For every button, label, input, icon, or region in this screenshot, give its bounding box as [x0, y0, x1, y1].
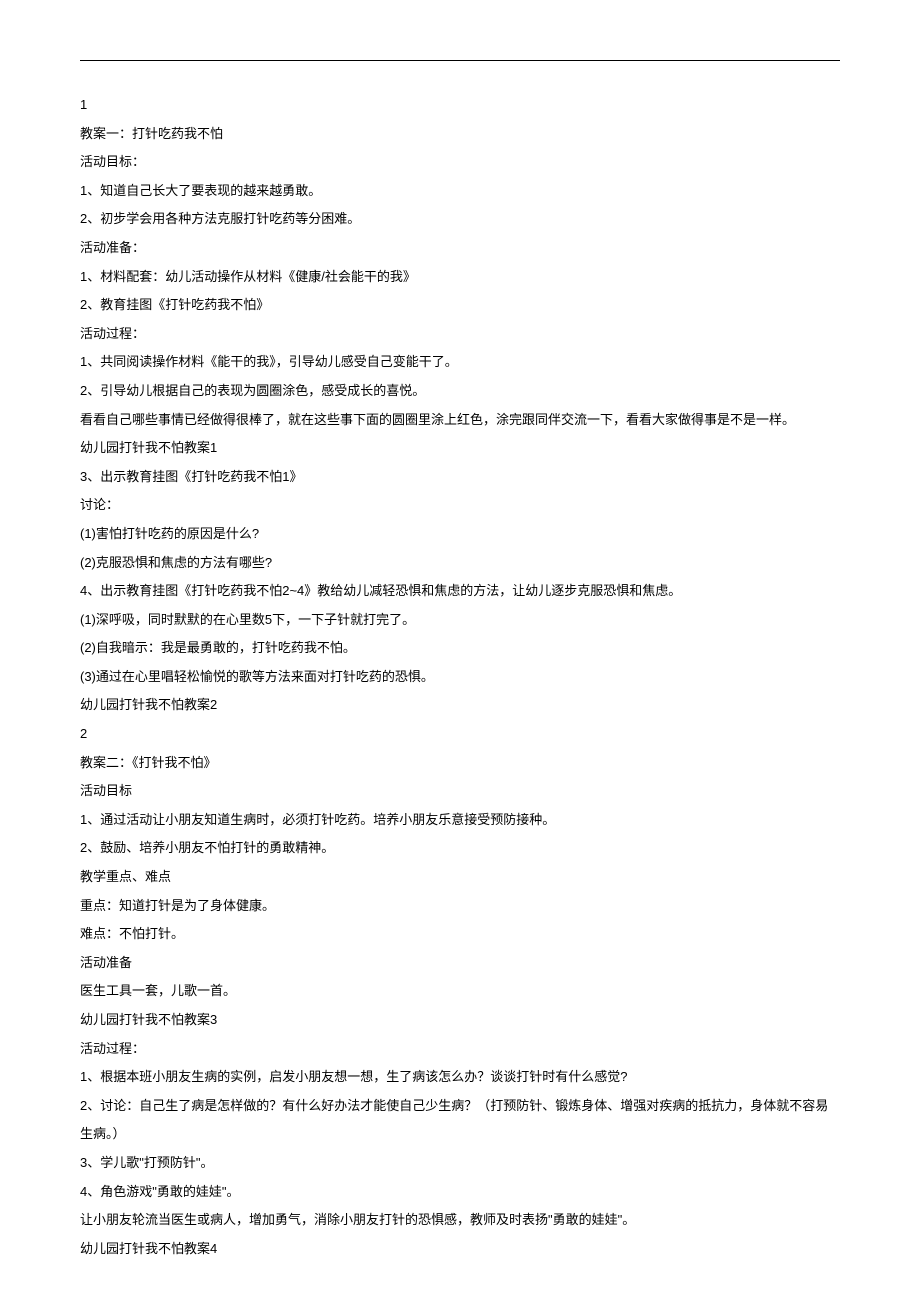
text-line: (1)害怕打针吃药的原因是什么? — [80, 520, 840, 549]
text-line: 1、共同阅读操作材料《能干的我》，引导幼儿感受自己变能干了。 — [80, 348, 840, 377]
text-line: 活动目标： — [80, 148, 840, 177]
text-line: 1、根据本班小朋友生病的实例，启发小朋友想一想，生了病该怎么办？谈谈打针时有什么… — [80, 1063, 840, 1092]
text-line: 4、角色游戏"勇敢的娃娃"。 — [80, 1178, 840, 1207]
text-line: 活动过程： — [80, 320, 840, 349]
text-line: 看看自己哪些事情已经做得很棒了，就在这些事下面的圆圈里涂上红色，涂完跟同伴交流一… — [80, 406, 840, 435]
text-line: 活动准备： — [80, 234, 840, 263]
document-page: 1教案一：打针吃药我不怕活动目标：1、知道自己长大了要表现的越来越勇敢。2、初步… — [0, 0, 920, 1303]
text-line: (2)自我暗示：我是最勇敢的，打针吃药我不怕。 — [80, 634, 840, 663]
top-divider — [80, 60, 840, 61]
text-line: (2)克服恐惧和焦虑的方法有哪些? — [80, 549, 840, 578]
text-line: 幼儿园打针我不怕教案2 — [80, 691, 840, 720]
text-line: 1 — [80, 91, 840, 120]
text-line: 幼儿园打针我不怕教案1 — [80, 434, 840, 463]
text-line: 让小朋友轮流当医生或病人，增加勇气，消除小朋友打针的恐惧感，教师及时表扬"勇敢的… — [80, 1206, 840, 1235]
text-line: 3、学儿歌"打预防针"。 — [80, 1149, 840, 1178]
text-line: 2、讨论：自己生了病是怎样做的？有什么好办法才能使自己少生病？（打预防针、锻炼身… — [80, 1092, 840, 1149]
text-line: 教案一：打针吃药我不怕 — [80, 120, 840, 149]
text-line: 重点：知道打针是为了身体健康。 — [80, 892, 840, 921]
text-line: 1、知道自己长大了要表现的越来越勇敢。 — [80, 177, 840, 206]
text-line: 4、出示教育挂图《打针吃药我不怕2~4》教给幼儿减轻恐惧和焦虑的方法，让幼儿逐步… — [80, 577, 840, 606]
text-line: (3)通过在心里唱轻松愉悦的歌等方法来面对打针吃药的恐惧。 — [80, 663, 840, 692]
text-line: 活动过程： — [80, 1035, 840, 1064]
text-line: 2、鼓励、培养小朋友不怕打针的勇敢精神。 — [80, 834, 840, 863]
text-line: 幼儿园打针我不怕教案3 — [80, 1006, 840, 1035]
text-line: 讨论： — [80, 491, 840, 520]
text-line: 2、引导幼儿根据自己的表现为圆圈涂色，感受成长的喜悦。 — [80, 377, 840, 406]
text-line: 难点：不怕打针。 — [80, 920, 840, 949]
text-line: 1、通过活动让小朋友知道生病时，必须打针吃药。培养小朋友乐意接受预防接种。 — [80, 806, 840, 835]
text-line: 2 — [80, 720, 840, 749]
text-line: 2、教育挂图《打针吃药我不怕》 — [80, 291, 840, 320]
text-line: 教学重点、难点 — [80, 863, 840, 892]
document-content: 1教案一：打针吃药我不怕活动目标：1、知道自己长大了要表现的越来越勇敢。2、初步… — [80, 91, 840, 1263]
text-line: (1)深呼吸，同时默默的在心里数5下，一下子针就打完了。 — [80, 606, 840, 635]
text-line: 2、初步学会用各种方法克服打针吃药等分困难。 — [80, 205, 840, 234]
text-line: 活动目标 — [80, 777, 840, 806]
text-line: 3、出示教育挂图《打针吃药我不怕1》 — [80, 463, 840, 492]
text-line: 医生工具一套，儿歌一首。 — [80, 977, 840, 1006]
text-line: 活动准备 — [80, 949, 840, 978]
text-line: 教案二：《打针我不怕》 — [80, 749, 840, 778]
text-line: 1、材料配套：幼儿活动操作从材料《健康/社会能干的我》 — [80, 263, 840, 292]
text-line: 幼儿园打针我不怕教案4 — [80, 1235, 840, 1264]
